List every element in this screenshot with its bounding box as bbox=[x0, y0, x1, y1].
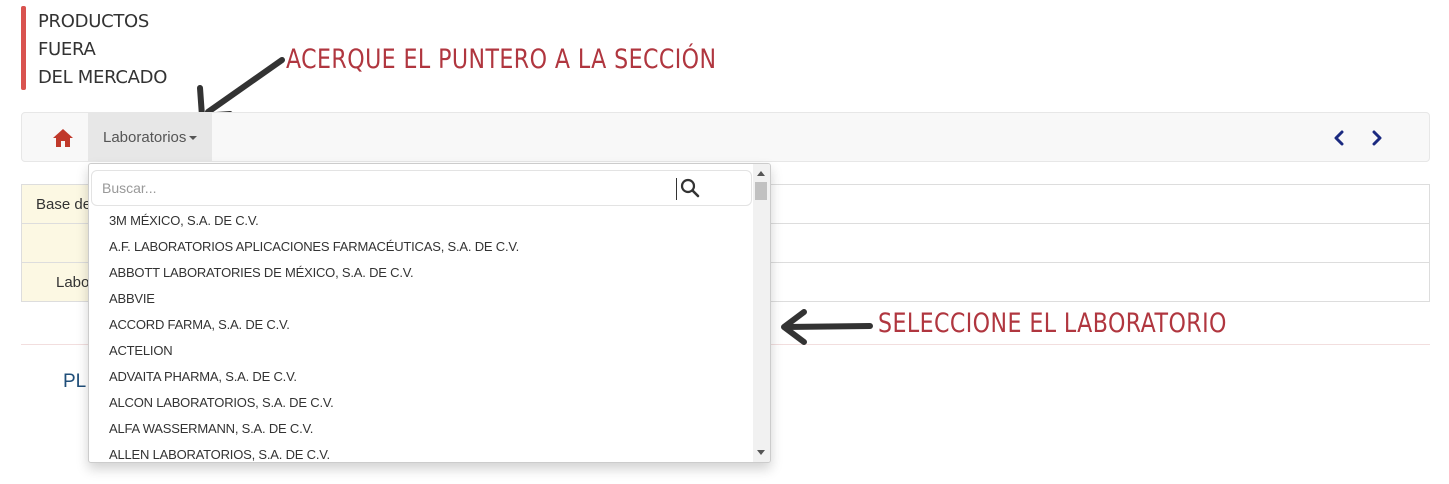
laboratorio-option[interactable]: ACCORD FARMA, S.A. DE C.V. bbox=[89, 312, 753, 338]
page-title: PRODUCTOS FUERA DEL MERCADO bbox=[38, 8, 167, 92]
laboratorio-option[interactable]: ADVAITA PHARMA, S.A. DE C.V. bbox=[89, 364, 753, 390]
select-instruction: SELECCIONE EL LABORATORIO bbox=[878, 308, 1227, 339]
navbar: Laboratorios bbox=[21, 112, 1430, 162]
laboratorios-menu[interactable]: Laboratorios bbox=[88, 113, 213, 161]
scroll-thumb[interactable] bbox=[755, 182, 767, 200]
nav-arrows bbox=[1331, 130, 1385, 146]
caret-down-icon bbox=[189, 136, 198, 140]
page-title-line-3: DEL MERCADO bbox=[38, 67, 168, 88]
section-heading-partial: PL bbox=[63, 371, 87, 392]
search-separator bbox=[676, 178, 677, 200]
laboratorio-option[interactable]: ABBVIE bbox=[89, 286, 753, 312]
search-box bbox=[91, 170, 752, 206]
laboratorio-option[interactable]: ABBOTT LABORATORIES DE MÉXICO, S.A. DE C… bbox=[89, 260, 753, 286]
arrow-left-icon bbox=[781, 309, 873, 345]
chevron-right-icon[interactable] bbox=[1369, 130, 1385, 146]
laboratorios-dropdown: 3M MÉXICO, S.A. DE C.V. A.F. LABORATORIO… bbox=[88, 163, 771, 463]
chevron-left-icon[interactable] bbox=[1331, 130, 1347, 146]
page-title-line-1: PRODUCTOS bbox=[38, 11, 150, 32]
scroll-down-icon[interactable] bbox=[757, 450, 765, 455]
laboratorio-option[interactable]: ALCON LABORATORIOS, S.A. DE C.V. bbox=[89, 390, 753, 416]
laboratorio-option[interactable]: ALLEN LABORATORIOS, S.A. DE C.V. bbox=[89, 442, 753, 462]
search-icon[interactable] bbox=[680, 178, 700, 198]
title-accent-bar bbox=[21, 6, 26, 90]
search-input[interactable] bbox=[102, 177, 662, 199]
laboratorio-option[interactable]: ALFA WASSERMANN, S.A. DE C.V. bbox=[89, 416, 753, 442]
dropdown-scrollbar[interactable] bbox=[753, 164, 770, 462]
page-title-line-2: FUERA bbox=[38, 39, 96, 60]
laboratorio-list: 3M MÉXICO, S.A. DE C.V. A.F. LABORATORIO… bbox=[89, 208, 753, 462]
hover-instruction: ACERQUE EL PUNTERO A LA SECCIÓN bbox=[286, 44, 717, 75]
laboratorio-option[interactable]: ACTELION bbox=[89, 338, 753, 364]
home-icon[interactable] bbox=[52, 128, 74, 148]
scroll-up-icon[interactable] bbox=[757, 171, 765, 176]
laboratorio-option[interactable]: 3M MÉXICO, S.A. DE C.V. bbox=[89, 208, 753, 234]
laboratorios-menu-label: Laboratorios bbox=[103, 128, 187, 146]
laboratorio-option[interactable]: A.F. LABORATORIOS APLICACIONES FARMACÉUT… bbox=[89, 234, 753, 260]
